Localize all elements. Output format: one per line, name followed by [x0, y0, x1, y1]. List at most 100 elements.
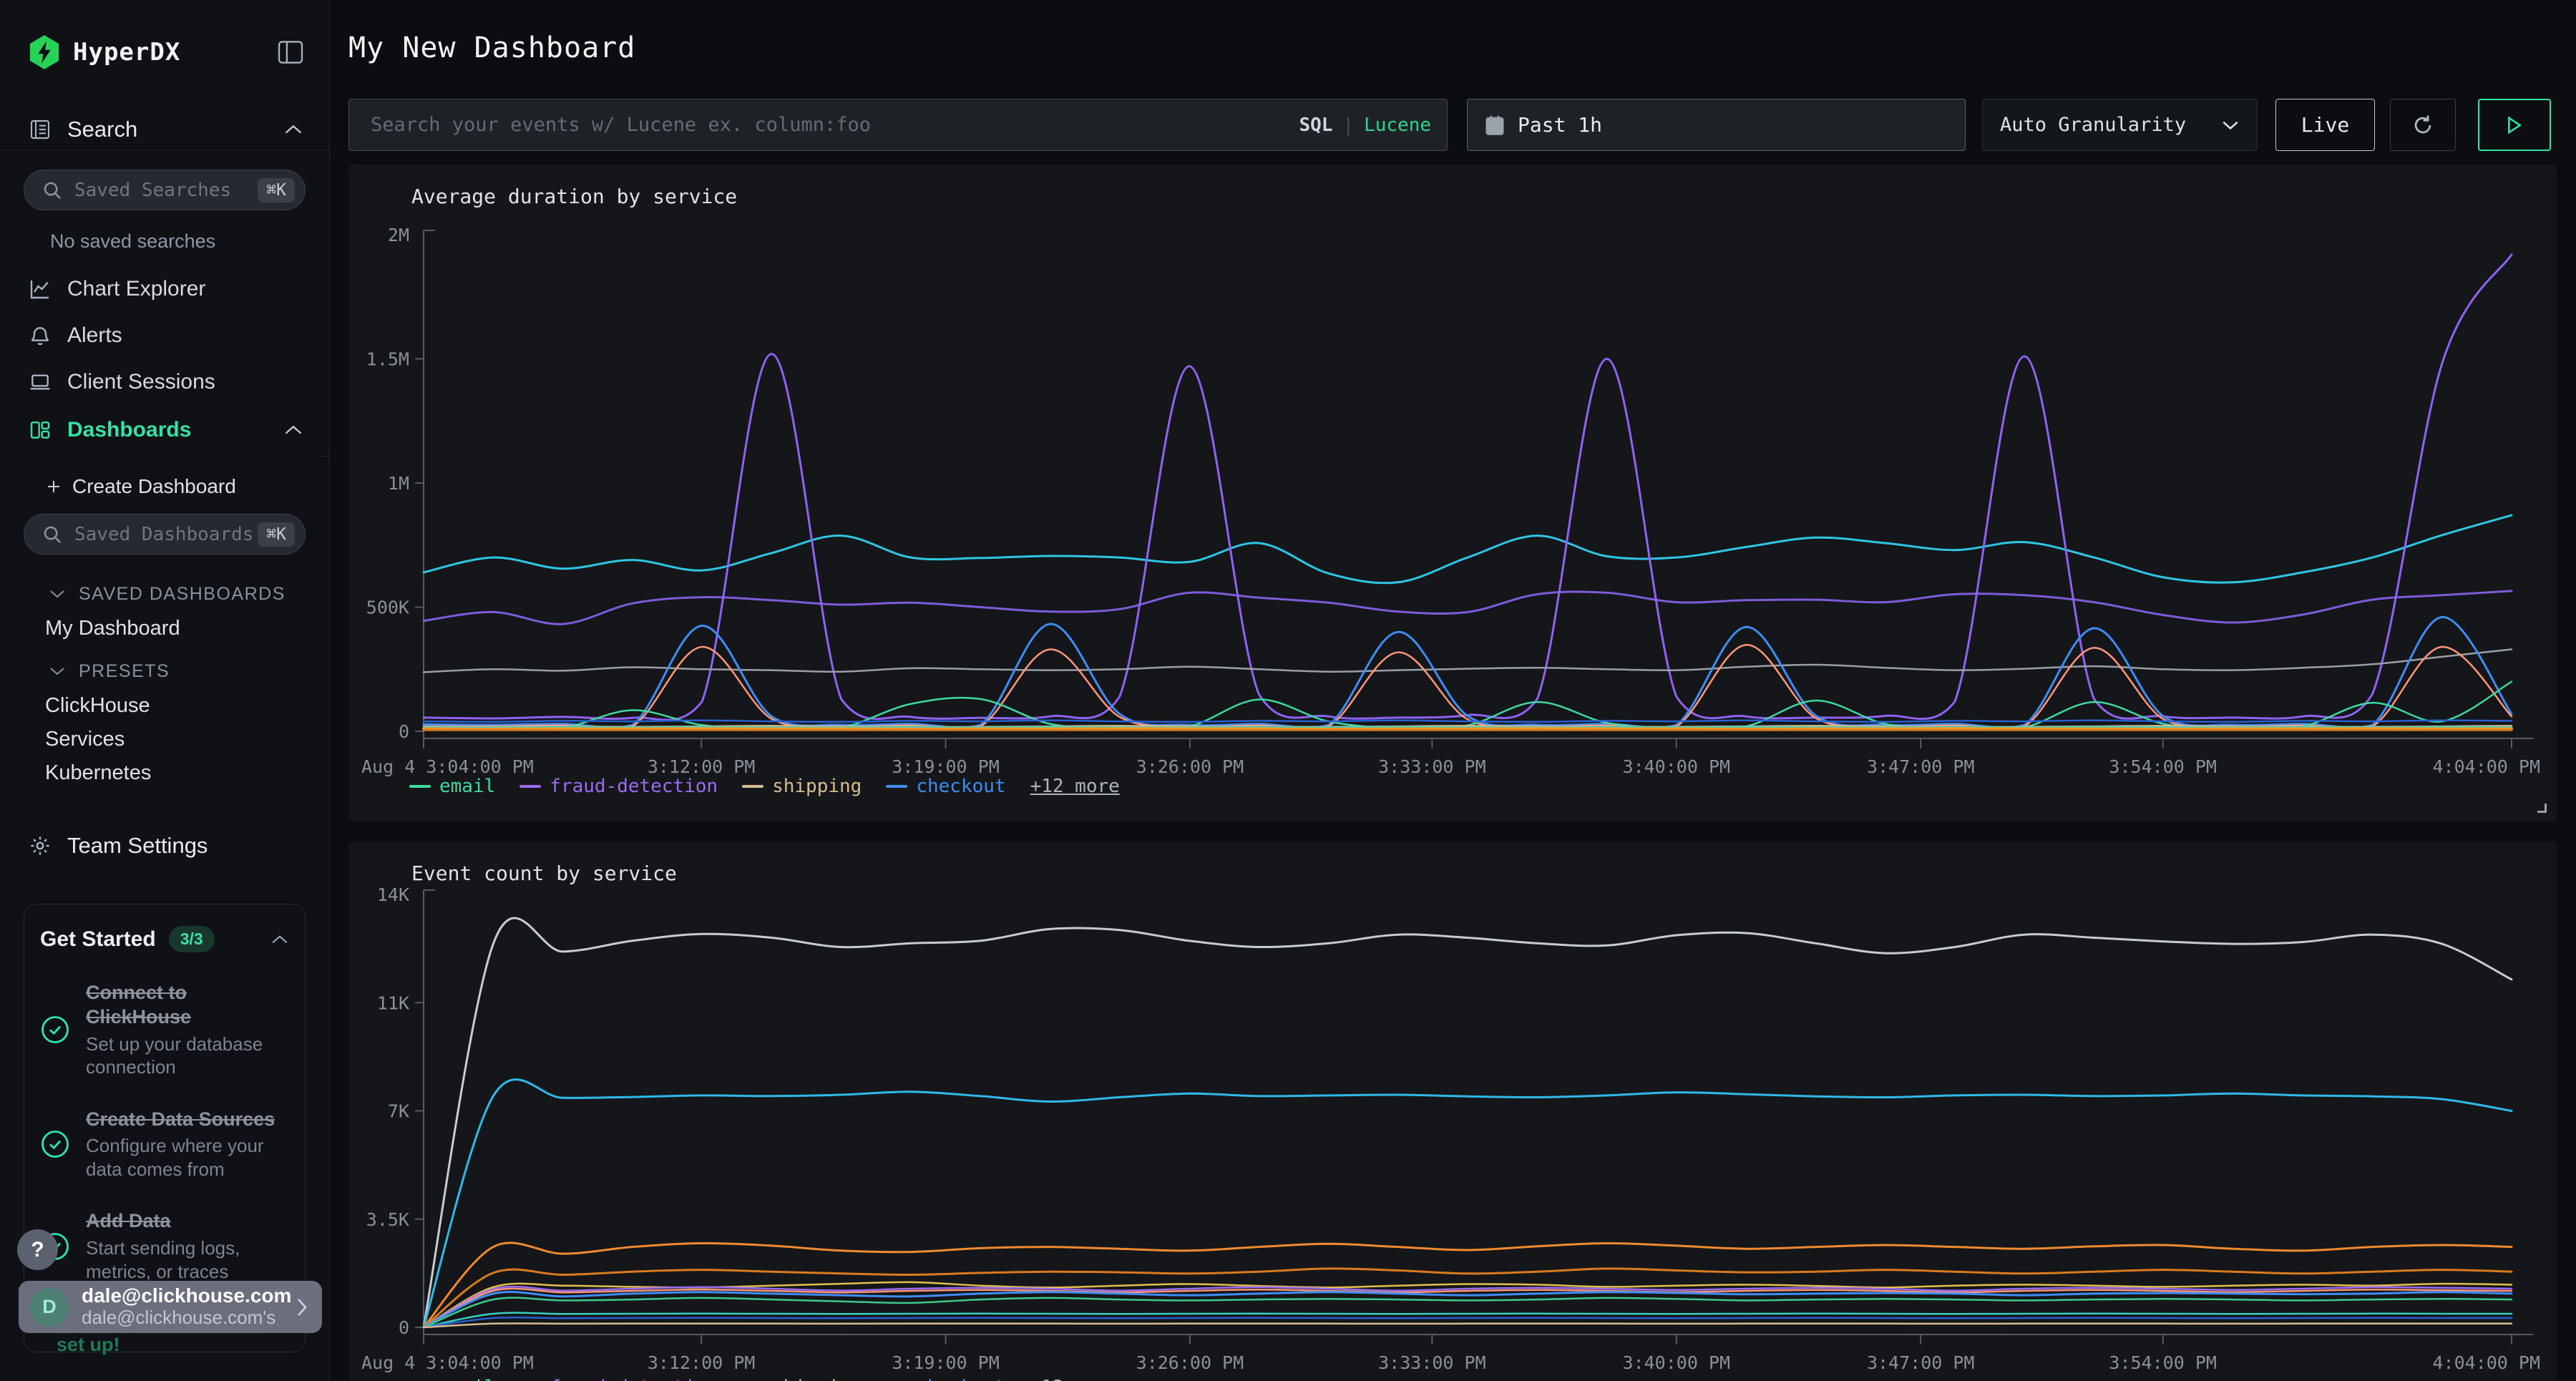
sidebar-item-label: Alerts [67, 323, 303, 348]
dashboards-icon [29, 419, 52, 441]
preset-link-services[interactable]: Services [0, 725, 329, 753]
create-dashboard-button[interactable]: Create Dashboard [0, 471, 329, 502]
time-range-value: Past 1h [1518, 113, 1602, 137]
avatar: D [30, 1288, 69, 1327]
preset-link-label: Kubernetes [45, 761, 151, 785]
chevron-up-icon[interactable] [270, 934, 289, 945]
get-started-title: Get Started [40, 927, 156, 952]
sidebar-item-chart-explorer[interactable]: Chart Explorer [0, 270, 329, 308]
refresh-button[interactable] [2390, 99, 2456, 151]
search-section-label: Search [67, 117, 283, 142]
time-range-picker[interactable]: Past 1h [1467, 99, 1966, 151]
group-header-label: SAVED DASHBOARDS [79, 584, 286, 605]
sql-mode-toggle[interactable]: SQL [1299, 114, 1332, 136]
user-subtitle: dale@clickhouse.com's [82, 1307, 295, 1329]
x-axis-tick-label: 3:40:00 PM [1623, 756, 1731, 777]
x-axis-tick-label: 3:47:00 PM [1867, 756, 1975, 777]
saved-dashboards-input[interactable]: Saved Dashboards ⌘K [24, 514, 306, 555]
user-menu[interactable]: D dale@clickhouse.com dale@clickhouse.co… [19, 1281, 322, 1333]
y-axis-tick-label: 1.5M [366, 349, 409, 370]
chevron-up-icon[interactable] [283, 424, 303, 436]
hyperdx-logo-icon[interactable] [29, 35, 60, 69]
chart-canvas[interactable]: 14K11K7K3.5K0Aug 4 3:04:00 PM3:12:00 PM3… [348, 841, 2557, 1381]
help-button[interactable]: ? [17, 1229, 58, 1270]
preset-link-kubernetes[interactable]: Kubernetes [0, 758, 329, 787]
chart-series-line [424, 255, 2512, 720]
y-axis-tick-label: 0 [399, 721, 409, 742]
chart-series-line [424, 650, 2512, 673]
chart-panel-event-count[interactable]: Event count by service emailfraud-detect… [348, 841, 2557, 1381]
sidebar-item-label: Dashboards [67, 418, 283, 442]
chevron-down-icon [2221, 119, 2240, 132]
x-axis-tick-label: 3:19:00 PM [892, 1352, 1000, 1373]
team-settings-label: Team Settings [67, 833, 303, 859]
laptop-icon [29, 371, 52, 394]
chart-panel-avg-duration[interactable]: Average duration by service emailfraud-d… [348, 165, 2557, 821]
chart-series-line [424, 617, 2512, 727]
sidebar: HyperDX Search Saved Searches ⌘K No save… [0, 0, 330, 1381]
chevron-up-icon[interactable] [283, 123, 303, 136]
preset-link-clickhouse[interactable]: ClickHouse [0, 691, 329, 720]
get-started-item-desc: Configure where your data comes from [86, 1134, 289, 1181]
gear-icon [29, 834, 52, 857]
x-axis-tick-label: Aug 4 3:04:00 PM [361, 1352, 534, 1373]
saved-searches-input[interactable]: Saved Searches ⌘K [24, 170, 306, 210]
y-axis-tick-label: 7K [388, 1101, 409, 1122]
chart-series-line [424, 721, 2512, 722]
sidebar-item-dashboards[interactable]: Dashboards [0, 411, 329, 449]
get-started-item-desc: Set up your database connection [86, 1033, 289, 1079]
search-section-icon [29, 118, 52, 141]
y-axis-tick-label: 14K [377, 884, 409, 905]
x-axis-tick-label: 3:19:00 PM [892, 756, 1000, 777]
x-axis-tick-label: 3:12:00 PM [648, 756, 756, 777]
x-axis-tick-label: 4:04:00 PM [2432, 756, 2540, 777]
group-presets[interactable]: PRESETS [0, 658, 329, 684]
dashboard-link-my-dashboard[interactable]: My Dashboard [0, 614, 329, 643]
chevron-right-icon [295, 1297, 309, 1318]
event-search-input[interactable]: Search your events w/ Lucene ex. column:… [348, 99, 1448, 151]
main-content: My New Dashboard Search your events w/ L… [330, 0, 2576, 1381]
get-started-item[interactable]: Create Data Sources Configure where your… [40, 1108, 289, 1181]
collapse-sidebar-icon[interactable] [278, 41, 303, 64]
x-axis-tick-label: 3:33:00 PM [1378, 1352, 1486, 1373]
get-started-item[interactable]: Add Data Start sending logs, metrics, or… [40, 1209, 289, 1283]
plus-icon [45, 478, 62, 495]
saved-searches-placeholder: Saved Searches [74, 180, 258, 201]
chevron-down-icon [49, 588, 66, 600]
x-axis-tick-label: Aug 4 3:04:00 PM [361, 756, 534, 777]
get-started-item-title: Add Data [86, 1209, 289, 1234]
no-saved-searches-text: No saved searches [50, 230, 215, 253]
sidebar-section-search[interactable]: Search [0, 111, 329, 148]
run-query-button[interactable] [2478, 99, 2551, 151]
y-axis-tick-label: 3.5K [366, 1209, 409, 1230]
chart-series-line [424, 728, 2512, 729]
group-saved-dashboards[interactable]: SAVED DASHBOARDS [0, 581, 329, 607]
sidebar-item-alerts[interactable]: Alerts [0, 317, 329, 354]
get-started-item[interactable]: Connect to ClickHouse Set up your databa… [40, 981, 289, 1079]
x-axis-tick-label: 3:54:00 PM [2109, 1352, 2217, 1373]
x-axis-tick-label: 3:26:00 PM [1136, 1352, 1244, 1373]
live-button[interactable]: Live [2275, 99, 2375, 151]
get-started-item-title: Create Data Sources [86, 1108, 289, 1132]
y-axis-tick-label: 500K [366, 597, 409, 618]
chart-series-line [424, 1317, 2512, 1327]
team-settings-item[interactable]: Team Settings [0, 827, 329, 864]
chart-line-icon [29, 278, 52, 301]
divider [0, 456, 329, 457]
sidebar-item-label: Client Sessions [67, 370, 303, 394]
check-circle-icon [40, 1129, 70, 1159]
x-axis-tick-label: 3:47:00 PM [1867, 1352, 1975, 1373]
chevron-down-icon [49, 665, 66, 677]
y-axis-tick-label: 0 [399, 1317, 409, 1338]
y-axis-tick-label: 1M [388, 473, 409, 494]
sidebar-item-client-sessions[interactable]: Client Sessions [0, 363, 329, 401]
granularity-value: Auto Granularity [2000, 114, 2221, 136]
lucene-mode-toggle[interactable]: Lucene [1364, 114, 1431, 136]
user-email: dale@clickhouse.com [82, 1285, 295, 1307]
granularity-select[interactable]: Auto Granularity [1982, 99, 2258, 151]
x-axis-tick-label: 3:26:00 PM [1136, 756, 1244, 777]
preset-link-label: ClickHouse [45, 694, 150, 718]
chart-canvas[interactable]: 2M1.5M1M500K0Aug 4 3:04:00 PM3:12:00 PM3… [348, 165, 2557, 821]
x-axis-tick-label: 3:40:00 PM [1623, 1352, 1731, 1373]
get-started-item-desc: Start sending logs, metrics, or traces [86, 1236, 289, 1283]
